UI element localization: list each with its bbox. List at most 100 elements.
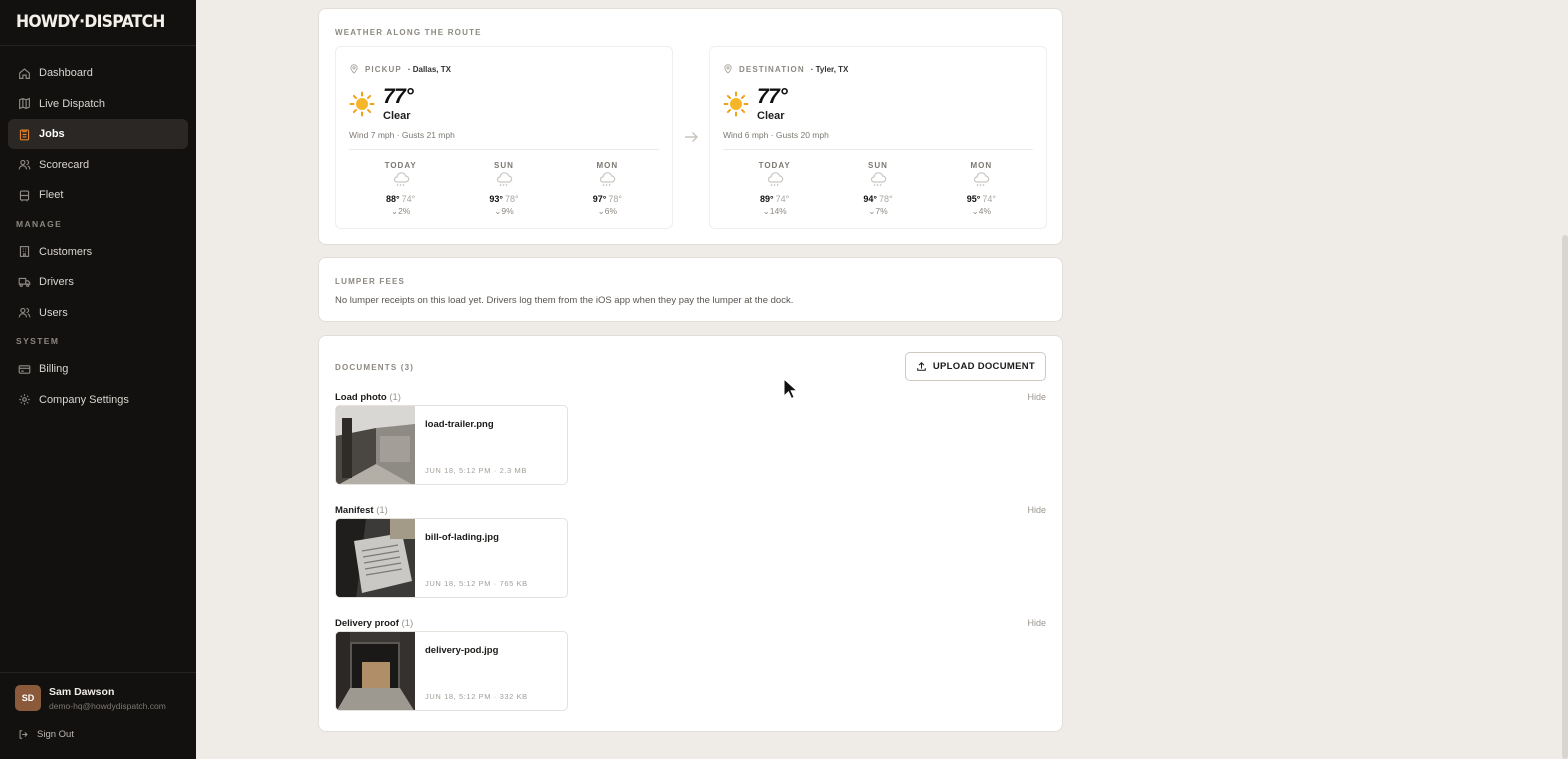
forecast-precip: 14% — [769, 206, 787, 216]
sidebar-item-label: Dashboard — [39, 67, 93, 79]
rain-cloud-icon — [393, 172, 409, 187]
forecast-precip: 6% — [604, 206, 618, 216]
sign-out-button[interactable]: Sign Out — [18, 729, 74, 740]
avatar: SD — [15, 685, 41, 711]
sidebar-item-label: Live Dispatch — [39, 97, 106, 110]
sidebar-item-fleet[interactable]: Fleet — [8, 180, 188, 210]
forecast-day-name: MON — [596, 161, 619, 170]
forecast-high: 95° — [966, 194, 981, 204]
sidebar-item-company-settings[interactable]: Company Settings — [8, 385, 188, 415]
doc-group-title: Delivery proof — [335, 618, 399, 629]
divider — [723, 149, 1033, 150]
users-icon — [18, 158, 31, 171]
brand-logo[interactable]: HOWDY·DISPATCH — [16, 10, 165, 34]
droplet-icon: ⌄ — [597, 206, 605, 216]
sidebar-item-label: Drivers — [39, 276, 74, 288]
home-icon — [18, 67, 31, 80]
document-thumbnail[interactable] — [336, 519, 415, 598]
document-filename[interactable]: load-trailer.png — [425, 419, 494, 430]
document-thumbnail[interactable] — [336, 632, 415, 711]
sidebar-item-drivers[interactable]: Drivers — [8, 267, 188, 297]
forecast-day: MON 95° 74° ⌄4% — [930, 161, 1033, 217]
hide-button[interactable]: Hide — [1027, 392, 1046, 403]
sidebar-item-customers[interactable]: Customers — [8, 237, 188, 267]
document-meta: JUN 18, 5:12 PM · 2.3 MB — [425, 466, 527, 475]
lumper-empty-message: No lumper receipts on this load yet. Dri… — [335, 295, 794, 306]
sidebar-item-live-dispatch[interactable]: Live Dispatch — [8, 89, 188, 119]
card-icon — [18, 363, 31, 376]
user-card[interactable]: SD Sam Dawson demo-hq@howdydispatch.com — [15, 685, 166, 711]
sidebar: HOWDY·DISPATCH Dashboard Live Dispatch J… — [0, 0, 196, 759]
rain-cloud-icon — [767, 172, 783, 187]
doc-group-title: Manifest — [335, 505, 374, 516]
forecast-day: MON 97° 78° ⌄6% — [556, 161, 659, 217]
doc-group-delivery-proof: Delivery proof (1) Hide delivery-pod.jpg… — [335, 618, 1046, 728]
doc-group-title: Load photo — [335, 392, 387, 403]
forecast-day-name: TODAY — [758, 161, 791, 170]
sidebar-item-users[interactable]: Users — [8, 298, 188, 328]
sign-out-label: Sign Out — [37, 729, 74, 740]
pickup-current-temp: 77° — [383, 85, 414, 108]
forecast-low: 78° — [504, 194, 519, 204]
hide-button[interactable]: Hide — [1027, 505, 1046, 516]
document-meta: JUN 18, 5:12 PM · 332 KB — [425, 692, 528, 701]
section-label-system: SYSTEM — [16, 336, 60, 346]
doc-group-load-photo: Load photo (1) Hide load-trailer.png JUN… — [335, 392, 1046, 502]
sidebar-item-scorecard[interactable]: Scorecard — [8, 150, 188, 180]
forecast-low: 74° — [775, 194, 790, 204]
lumper-fees-card: LUMPER FEES No lumper receipts on this l… — [318, 257, 1063, 322]
upload-document-button[interactable]: UPLOAD DOCUMENT — [904, 352, 1046, 381]
arrow-right-icon — [685, 132, 698, 142]
document-tile[interactable]: load-trailer.png JUN 18, 5:12 PM · 2.3 M… — [335, 405, 568, 485]
doc-group-count: (1) — [376, 505, 388, 516]
doc-group-manifest: Manifest (1) Hide bill-of-lading.jpg JUN… — [335, 505, 1046, 615]
document-filename[interactable]: bill-of-lading.jpg — [425, 532, 499, 543]
hide-button[interactable]: Hide — [1027, 618, 1046, 629]
page-scrollbar[interactable] — [1562, 235, 1568, 759]
droplet-icon: ⌄ — [971, 206, 979, 216]
droplet-icon: ⌄ — [390, 206, 399, 216]
forecast-precip: 9% — [501, 206, 514, 216]
sidebar-item-label: Users — [39, 306, 68, 319]
forecast-high: 94° — [863, 194, 877, 204]
sidebar-item-label: Scorecard — [39, 158, 90, 171]
divider — [349, 149, 659, 150]
sidebar-nav: Dashboard Live Dispatch Jobs Scorecard F… — [8, 58, 188, 415]
user-group-icon — [18, 306, 31, 319]
section-label-manage: MANAGE — [16, 218, 63, 229]
destination-current-temp: 77° — [757, 85, 788, 108]
forecast-low: 74° — [982, 194, 996, 204]
forecast-day-name: TODAY — [384, 161, 417, 170]
forecast-high: 89° — [760, 194, 774, 204]
destination-location-header: DESTINATION · Tyler, TX — [723, 64, 848, 74]
forecast-high: 88° — [386, 194, 400, 204]
forecast-day-name: SUN — [494, 161, 514, 170]
rain-cloud-icon — [600, 172, 616, 187]
sidebar-item-label: Customers — [39, 245, 93, 258]
forecast-day-name: SUN — [868, 161, 888, 170]
map-icon — [18, 97, 31, 110]
upload-document-label: UPLOAD DOCUMENT — [932, 361, 1035, 372]
map-pin-icon — [349, 64, 359, 74]
documents-card: DOCUMENTS (3) UPLOAD DOCUMENT Load photo… — [318, 335, 1063, 732]
document-tile[interactable]: delivery-pod.jpg JUN 18, 5:12 PM · 332 K… — [335, 631, 568, 711]
destination-city: · Tyler, TX — [810, 64, 849, 74]
sidebar-item-jobs[interactable]: Jobs — [8, 119, 188, 149]
sidebar-item-dashboard[interactable]: Dashboard — [8, 58, 188, 88]
map-pin-icon — [723, 64, 733, 74]
sidebar-item-billing[interactable]: Billing — [8, 354, 188, 384]
destination-wind: Wind 6 mph · Gusts 20 mph — [723, 130, 829, 140]
rain-cloud-icon — [974, 172, 990, 187]
document-thumbnail[interactable] — [336, 406, 415, 485]
pickup-condition: Clear — [383, 110, 411, 122]
sign-out-icon — [18, 729, 29, 740]
user-email: demo-hq@howdydispatch.com — [49, 700, 166, 711]
document-tile[interactable]: bill-of-lading.jpg JUN 18, 5:12 PM · 765… — [335, 518, 568, 598]
destination-label: DESTINATION — [739, 64, 805, 74]
destination-condition: Clear — [757, 110, 785, 122]
pickup-location-header: PICKUP · Dallas, TX — [349, 64, 451, 74]
forecast-day: TODAY 88° 74° ⌄2% — [349, 161, 452, 217]
document-filename[interactable]: delivery-pod.jpg — [425, 645, 498, 656]
weather-section-title: WEATHER ALONG THE ROUTE — [335, 28, 482, 37]
forecast-precip: 4% — [978, 206, 992, 216]
